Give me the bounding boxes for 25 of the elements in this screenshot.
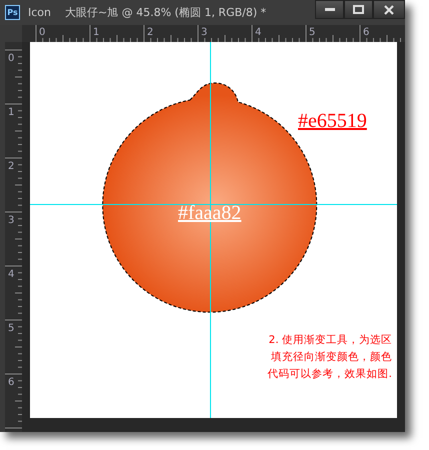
instruction-text: 2. 使用渐变工具，为选区 填充径向渐变颜色，颜色 代码可以参考，效果如图. xyxy=(266,333,392,382)
ruler-number: 0 xyxy=(8,53,14,64)
ruler-number: 3 xyxy=(201,27,208,38)
maximize-icon xyxy=(353,5,364,14)
ruler-number: 1 xyxy=(93,27,100,38)
ruler-number: 2 xyxy=(8,161,14,172)
ruler-number: 6 xyxy=(363,27,370,38)
window-title: Icon xyxy=(28,6,51,19)
ruler-number: 5 xyxy=(8,323,14,334)
maximize-button[interactable] xyxy=(344,0,373,19)
close-icon xyxy=(384,4,394,14)
color-code-label: #e65519 xyxy=(298,110,367,133)
app-icon: Ps xyxy=(5,5,20,20)
ruler-number: 1 xyxy=(8,107,14,118)
ruler-number: 4 xyxy=(255,27,262,38)
ruler-number: 4 xyxy=(8,269,14,280)
minimize-button[interactable] xyxy=(315,0,344,19)
ruler-number: 2 xyxy=(147,27,154,38)
ruler-number: 3 xyxy=(8,215,14,226)
ruler-number: 0 xyxy=(39,27,46,38)
close-button[interactable] xyxy=(373,0,405,19)
minimize-icon xyxy=(324,8,334,11)
document-title: 大眼仔~旭 @ 45.8% (椭圆 1, RGB/8) * xyxy=(65,5,266,20)
ruler-number: 6 xyxy=(8,377,14,388)
ruler-number: 5 xyxy=(309,27,316,38)
